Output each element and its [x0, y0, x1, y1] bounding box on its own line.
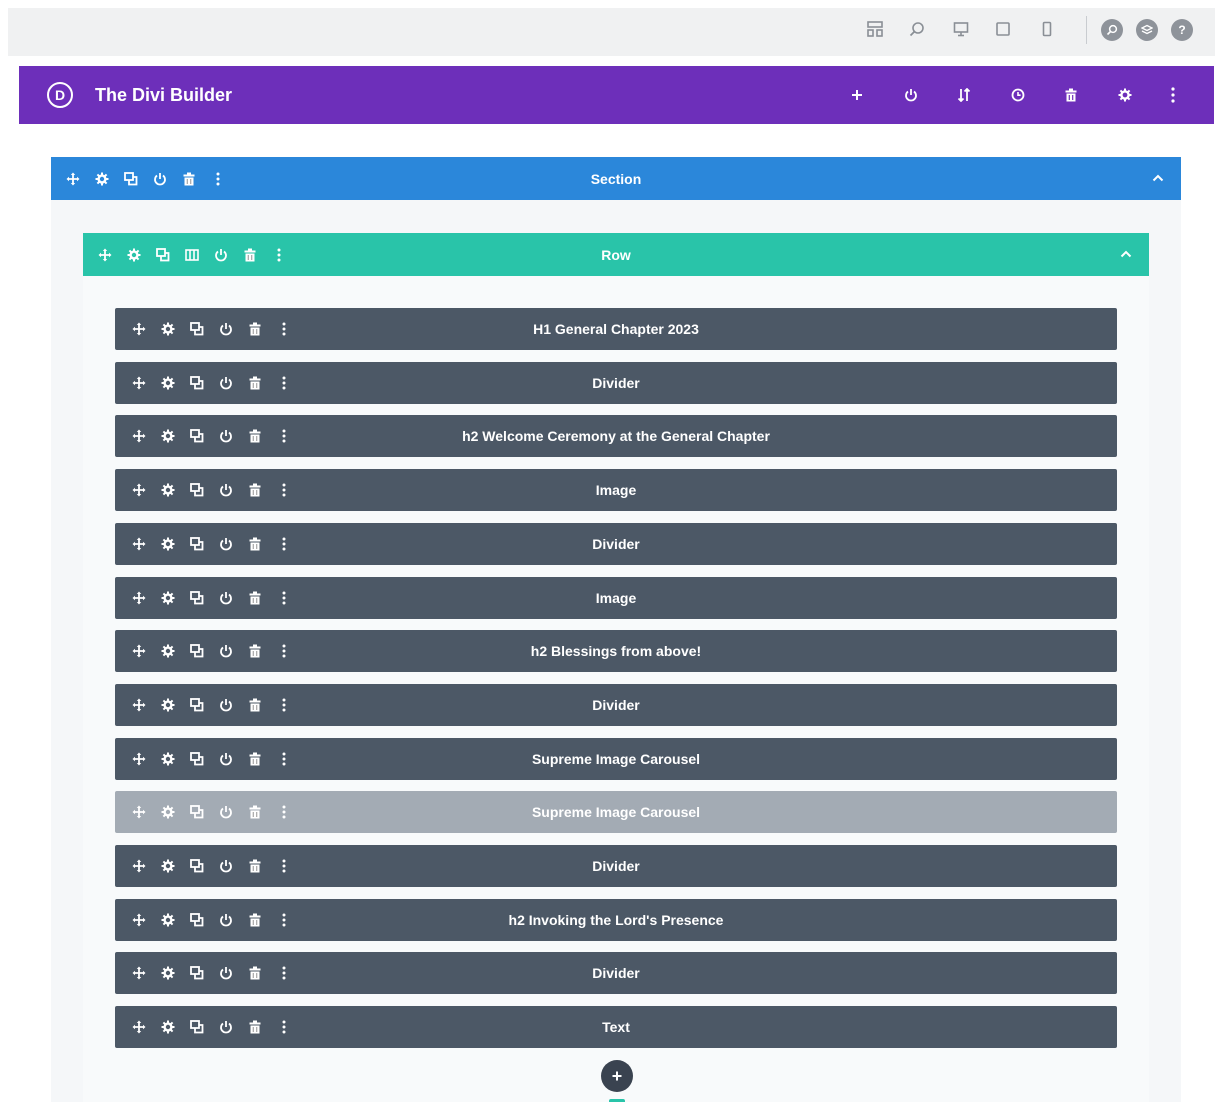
chevron-up-icon[interactable]	[1118, 246, 1134, 262]
module-bar[interactable]: Divider	[115, 684, 1117, 726]
module-label: h2 Invoking the Lord's Presence	[508, 912, 724, 928]
section-bar[interactable]: Section	[51, 157, 1181, 200]
module-label: h2 Blessings from above!	[530, 643, 702, 659]
module-label: Image	[595, 590, 637, 606]
module-bar[interactable]: Divider	[115, 362, 1117, 404]
module-bar[interactable]: H1 General Chapter 2023	[115, 308, 1117, 350]
module-label: Divider	[592, 536, 640, 552]
module-label: Supreme Image Carousel	[531, 751, 701, 767]
row-label: Row	[601, 246, 631, 263]
module-bar[interactable]: Divider	[115, 845, 1117, 887]
module-bar[interactable]: h2 Welcome Ceremony at the General Chapt…	[115, 415, 1117, 457]
zoom-icon[interactable]	[908, 20, 926, 38]
settings-icon[interactable]	[1116, 86, 1134, 104]
module-label: Divider	[592, 697, 640, 713]
module-label: Divider	[592, 858, 640, 874]
chevron-up-icon[interactable]	[1150, 170, 1166, 186]
sort-icon[interactable]	[955, 86, 973, 104]
module-bar[interactable]: Supreme Image Carousel	[115, 738, 1117, 780]
layers-icon[interactable]	[1136, 19, 1158, 41]
add-module-button[interactable]	[601, 1060, 633, 1092]
tablet-icon[interactable]	[994, 20, 1012, 38]
row-bar[interactable]: Row	[83, 233, 1149, 276]
module-bar[interactable]: Image	[115, 469, 1117, 511]
section-label: Section	[590, 170, 642, 187]
add-icon[interactable]	[848, 86, 866, 104]
module-label: H1 General Chapter 2023	[533, 321, 699, 337]
module-label: Supreme Image Carousel	[531, 804, 701, 820]
module-bar[interactable]: Divider	[115, 523, 1117, 565]
module-bar[interactable]: Image	[115, 577, 1117, 619]
desktop-icon[interactable]	[952, 20, 970, 38]
phone-icon[interactable]	[1038, 20, 1056, 38]
module-label: Divider	[592, 375, 640, 391]
module-label: Divider	[592, 965, 640, 981]
toolbar-divider	[1086, 16, 1087, 44]
module-bar[interactable]: h2 Invoking the Lord's Presence	[115, 899, 1117, 941]
divi-logo: D	[47, 82, 73, 108]
search-icon[interactable]	[1101, 19, 1123, 41]
builder-title: The Divi Builder	[95, 85, 233, 105]
history-icon[interactable]	[1009, 86, 1027, 104]
module-label: Text	[602, 1019, 630, 1035]
more-icon[interactable]	[1164, 86, 1182, 104]
module-bar[interactable]: h2 Blessings from above!	[115, 630, 1117, 672]
builder-header: D The Divi Builder	[19, 66, 1214, 124]
module-label: h2 Welcome Ceremony at the General Chapt…	[462, 428, 770, 444]
power-icon[interactable]	[902, 86, 920, 104]
module-bar[interactable]: Divider	[115, 952, 1117, 994]
module-bar[interactable]: Text	[115, 1006, 1117, 1048]
help-icon[interactable]: ?	[1171, 19, 1193, 41]
divi-builder: D The Divi Builder Section Row H1 Genera…	[19, 66, 1214, 1102]
divi-builder-page: ? D The Divi Builder Section Row H1 Gene…	[0, 0, 1215, 1102]
top-toolbar: ?	[8, 8, 1215, 56]
trash-icon[interactable]	[1062, 86, 1080, 104]
module-bar[interactable]: Supreme Image Carousel	[115, 791, 1117, 833]
wireframe-view-icon[interactable]	[866, 20, 884, 38]
module-label: Image	[595, 482, 637, 498]
row: Row H1 General Chapter 2023 Divider h2 Wel…	[83, 233, 1149, 1102]
section: Section Row H1 General Chapter 2023 Divid…	[51, 157, 1181, 1102]
